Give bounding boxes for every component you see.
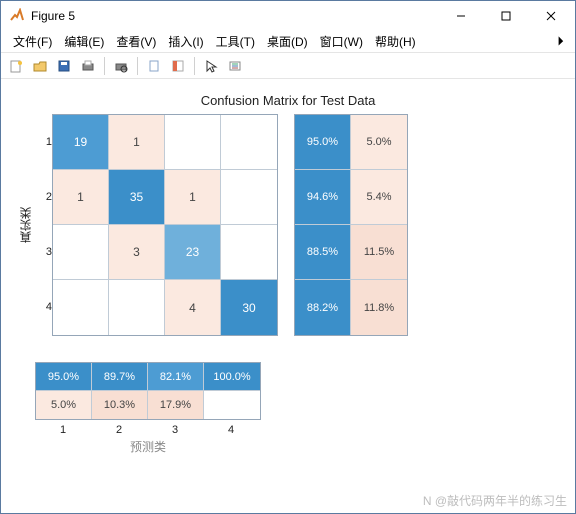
figure-window: Figure 5 文件(F) 编辑(E) 查看(V) 插入(I) 工具(T) 桌…	[0, 0, 576, 514]
col-correct: 100.0%	[204, 363, 260, 391]
confusion-matrix: 19 1 1 35 1 3 23 4	[52, 114, 278, 336]
menu-help[interactable]: 帮助(H)	[369, 33, 422, 50]
row-correct: 88.5%	[295, 225, 351, 280]
figure-content: Confusion Matrix for Test Data 真实类 1 2 3…	[1, 79, 575, 513]
x-ticks: 1 2 3 4	[35, 424, 261, 436]
row-summary: 95.0% 5.0% 94.6% 5.4% 88.5% 11.5% 88.2% …	[294, 114, 408, 336]
x-tick: 3	[147, 424, 203, 436]
chart-main-row: 真实类 1 2 3 4 19 1 1 35 1	[17, 114, 559, 336]
menu-overflow-icon[interactable]: 🞂	[552, 34, 569, 49]
save-button[interactable]	[53, 55, 75, 77]
maximize-button[interactable]	[483, 2, 528, 31]
x-tick: 1	[35, 424, 91, 436]
col-incorrect: 10.3%	[92, 391, 148, 419]
matrix-cell: 1	[53, 170, 109, 225]
y-tick: 2	[36, 191, 52, 203]
x-axis-label: 预测类	[35, 438, 261, 455]
matrix-cell: 35	[109, 170, 165, 225]
menu-tools[interactable]: 工具(T)	[210, 33, 261, 50]
row-correct: 88.2%	[295, 280, 351, 335]
row-incorrect: 11.5%	[351, 225, 407, 280]
row-incorrect: 11.8%	[351, 280, 407, 335]
window-title: Figure 5	[31, 9, 438, 23]
window-controls	[438, 2, 573, 31]
row-correct: 94.6%	[295, 170, 351, 225]
menu-desktop[interactable]: 桌面(D)	[261, 33, 314, 50]
y-tick: 1	[36, 136, 52, 148]
col-correct: 89.7%	[92, 363, 148, 391]
matlab-icon	[9, 8, 25, 24]
confusion-matrix-wrap: 19 1 1 35 1 3 23 4	[52, 114, 278, 336]
close-button[interactable]	[528, 2, 573, 31]
matrix-cell: 1	[165, 170, 221, 225]
col-incorrect	[204, 391, 260, 419]
chart-title: Confusion Matrix for Test Data	[17, 93, 559, 108]
menu-view[interactable]: 查看(V)	[110, 33, 162, 50]
y-ticks: 1 2 3 4	[36, 114, 52, 334]
matrix-cell	[221, 115, 277, 170]
matrix-cell	[109, 280, 165, 335]
matrix-cell: 4	[165, 280, 221, 335]
matrix-cell	[165, 115, 221, 170]
y-axis-label: 真实类	[17, 207, 34, 243]
menu-file[interactable]: 文件(F)	[7, 33, 58, 50]
row-correct: 95.0%	[295, 115, 351, 170]
menu-insert[interactable]: 插入(I)	[162, 33, 209, 50]
titlebar[interactable]: Figure 5	[1, 1, 575, 31]
row-incorrect: 5.4%	[351, 170, 407, 225]
col-correct: 95.0%	[36, 363, 92, 391]
x-tick: 4	[203, 424, 259, 436]
matrix-cell: 19	[53, 115, 109, 170]
matrix-cell: 3	[109, 225, 165, 280]
matrix-cell: 30	[221, 280, 277, 335]
matrix-cell	[53, 280, 109, 335]
bottom-row: 95.0% 89.7% 82.1% 100.0% 5.0% 10.3% 17.9…	[35, 336, 559, 455]
colorbar-button[interactable]	[167, 55, 189, 77]
matrix-cell: 1	[109, 115, 165, 170]
watermark: N @敲代码两年半的练习生	[423, 492, 567, 509]
col-correct: 82.1%	[148, 363, 204, 391]
matrix-cell	[221, 225, 277, 280]
matrix-cell	[53, 225, 109, 280]
insert-legend-button[interactable]	[224, 55, 246, 77]
y-tick: 3	[36, 246, 52, 258]
matrix-cell	[221, 170, 277, 225]
toolbar-separator	[137, 57, 138, 75]
toolbar	[1, 53, 575, 79]
col-summary: 95.0% 89.7% 82.1% 100.0% 5.0% 10.3% 17.9…	[35, 362, 261, 420]
col-incorrect: 5.0%	[36, 391, 92, 419]
menu-window[interactable]: 窗口(W)	[314, 33, 369, 50]
y-tick: 4	[36, 301, 52, 313]
open-button[interactable]	[29, 55, 51, 77]
link-button[interactable]	[143, 55, 165, 77]
toolbar-separator	[104, 57, 105, 75]
col-incorrect: 17.9%	[148, 391, 204, 419]
x-tick: 2	[91, 424, 147, 436]
row-incorrect: 5.0%	[351, 115, 407, 170]
pointer-button[interactable]	[200, 55, 222, 77]
axes-panel: Confusion Matrix for Test Data 真实类 1 2 3…	[11, 87, 565, 459]
menubar: 文件(F) 编辑(E) 查看(V) 插入(I) 工具(T) 桌面(D) 窗口(W…	[1, 31, 575, 53]
menu-edit[interactable]: 编辑(E)	[58, 33, 110, 50]
print-button[interactable]	[77, 55, 99, 77]
new-figure-button[interactable]	[5, 55, 27, 77]
toolbar-separator	[194, 57, 195, 75]
matrix-cell: 23	[165, 225, 221, 280]
minimize-button[interactable]	[438, 2, 483, 31]
print-preview-button[interactable]	[110, 55, 132, 77]
col-summary-block: 95.0% 89.7% 82.1% 100.0% 5.0% 10.3% 17.9…	[35, 336, 261, 455]
